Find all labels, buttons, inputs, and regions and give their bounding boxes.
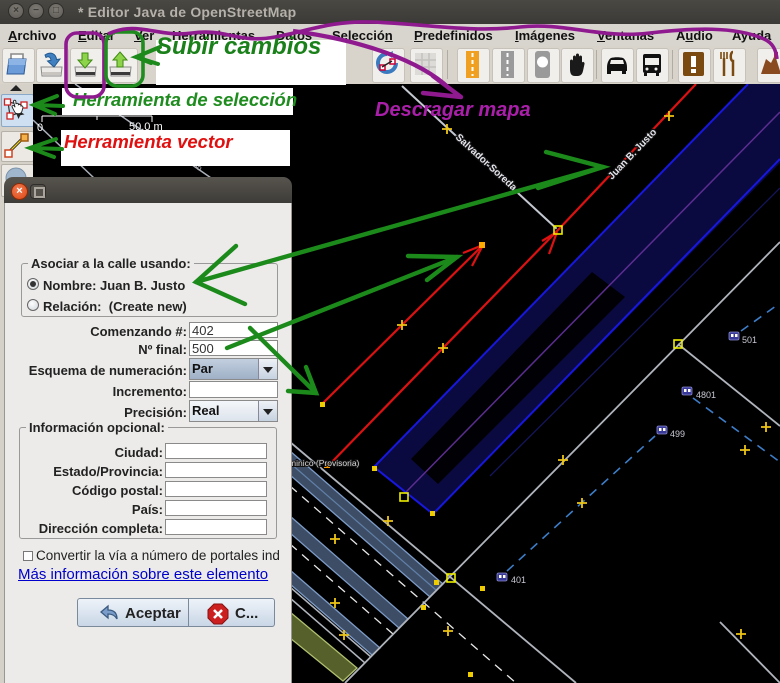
svg-text:501: 501: [742, 335, 757, 345]
svg-text:minico (Provisoria): minico (Provisoria): [289, 458, 360, 468]
svg-text:0: 0: [37, 122, 43, 134]
svg-text:499: 499: [670, 429, 685, 439]
svg-text:4801: 4801: [696, 390, 716, 400]
svg-text:401: 401: [511, 575, 526, 585]
